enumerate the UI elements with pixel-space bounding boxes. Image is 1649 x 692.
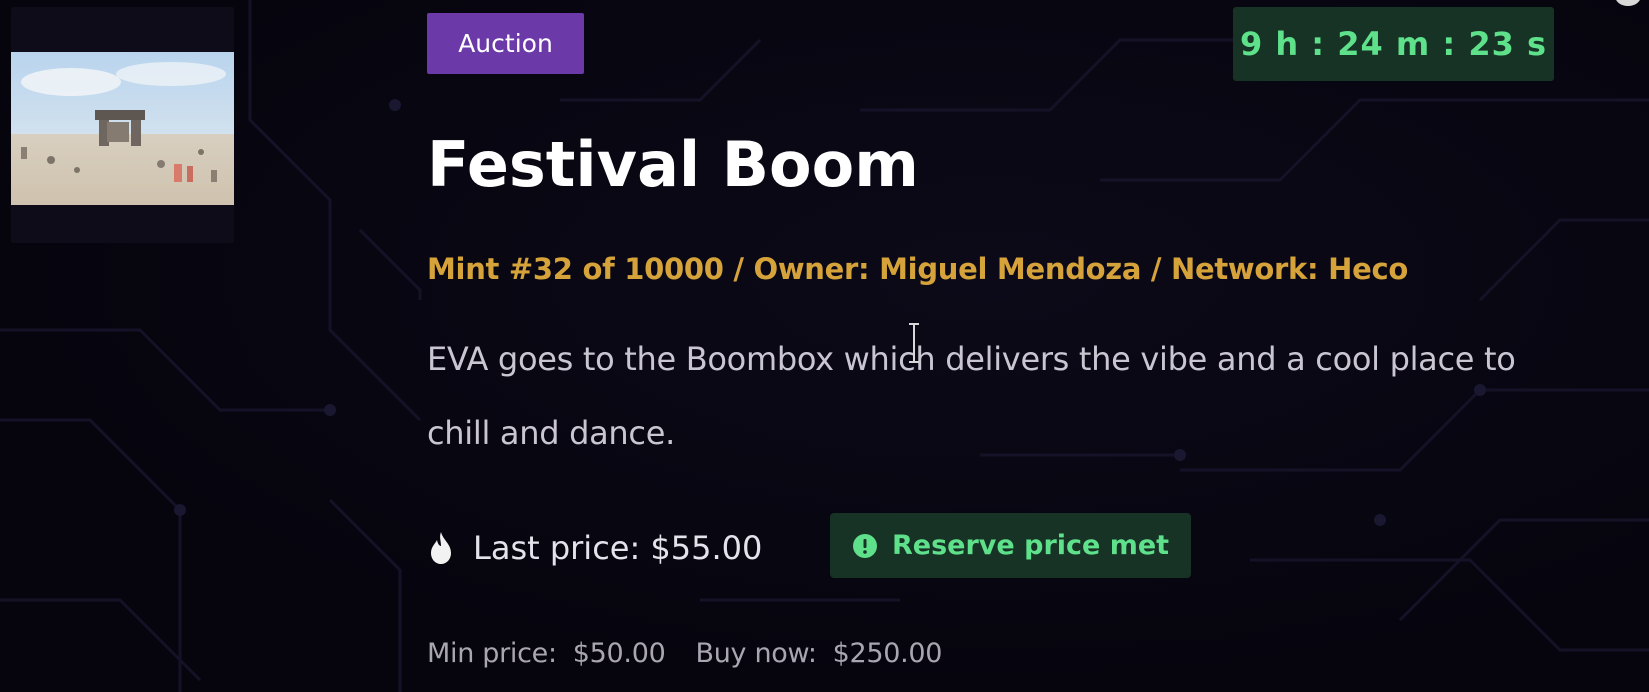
last-price: Last price: $55.00 xyxy=(473,529,763,567)
buy-now-label: Buy now: xyxy=(695,638,817,669)
flame-icon xyxy=(431,532,451,564)
min-price-value: $50.00 xyxy=(572,638,666,669)
reserve-status-badge: Reserve price met xyxy=(830,513,1191,578)
nft-description: EVA goes to the Boombox which delivers t… xyxy=(427,340,1516,452)
info-circle-icon xyxy=(853,533,877,558)
price-details: Min price: $50.00 Buy now: $250.00 xyxy=(427,638,942,669)
reserve-status-text: Reserve price met xyxy=(892,530,1170,561)
auction-badge: Auction xyxy=(427,13,584,74)
min-price-label: Min price: xyxy=(427,638,557,669)
nft-meta-line: Mint #32 of 10000 / Owner: Miguel Mendoz… xyxy=(427,252,1408,286)
text-cursor-icon xyxy=(909,323,919,363)
nft-detail-page: Auction 9 h : 24 m : 23 s Festival Boom … xyxy=(0,0,1649,692)
last-price-row: Last price: $55.00 xyxy=(427,513,762,583)
buy-now-value: $250.00 xyxy=(832,638,943,669)
nft-thumbnail[interactable] xyxy=(11,52,234,205)
nft-thumbnail-frame[interactable] xyxy=(11,7,234,243)
nft-title: Festival Boom xyxy=(427,128,919,201)
auction-countdown: 9 h : 24 m : 23 s xyxy=(1233,7,1554,81)
